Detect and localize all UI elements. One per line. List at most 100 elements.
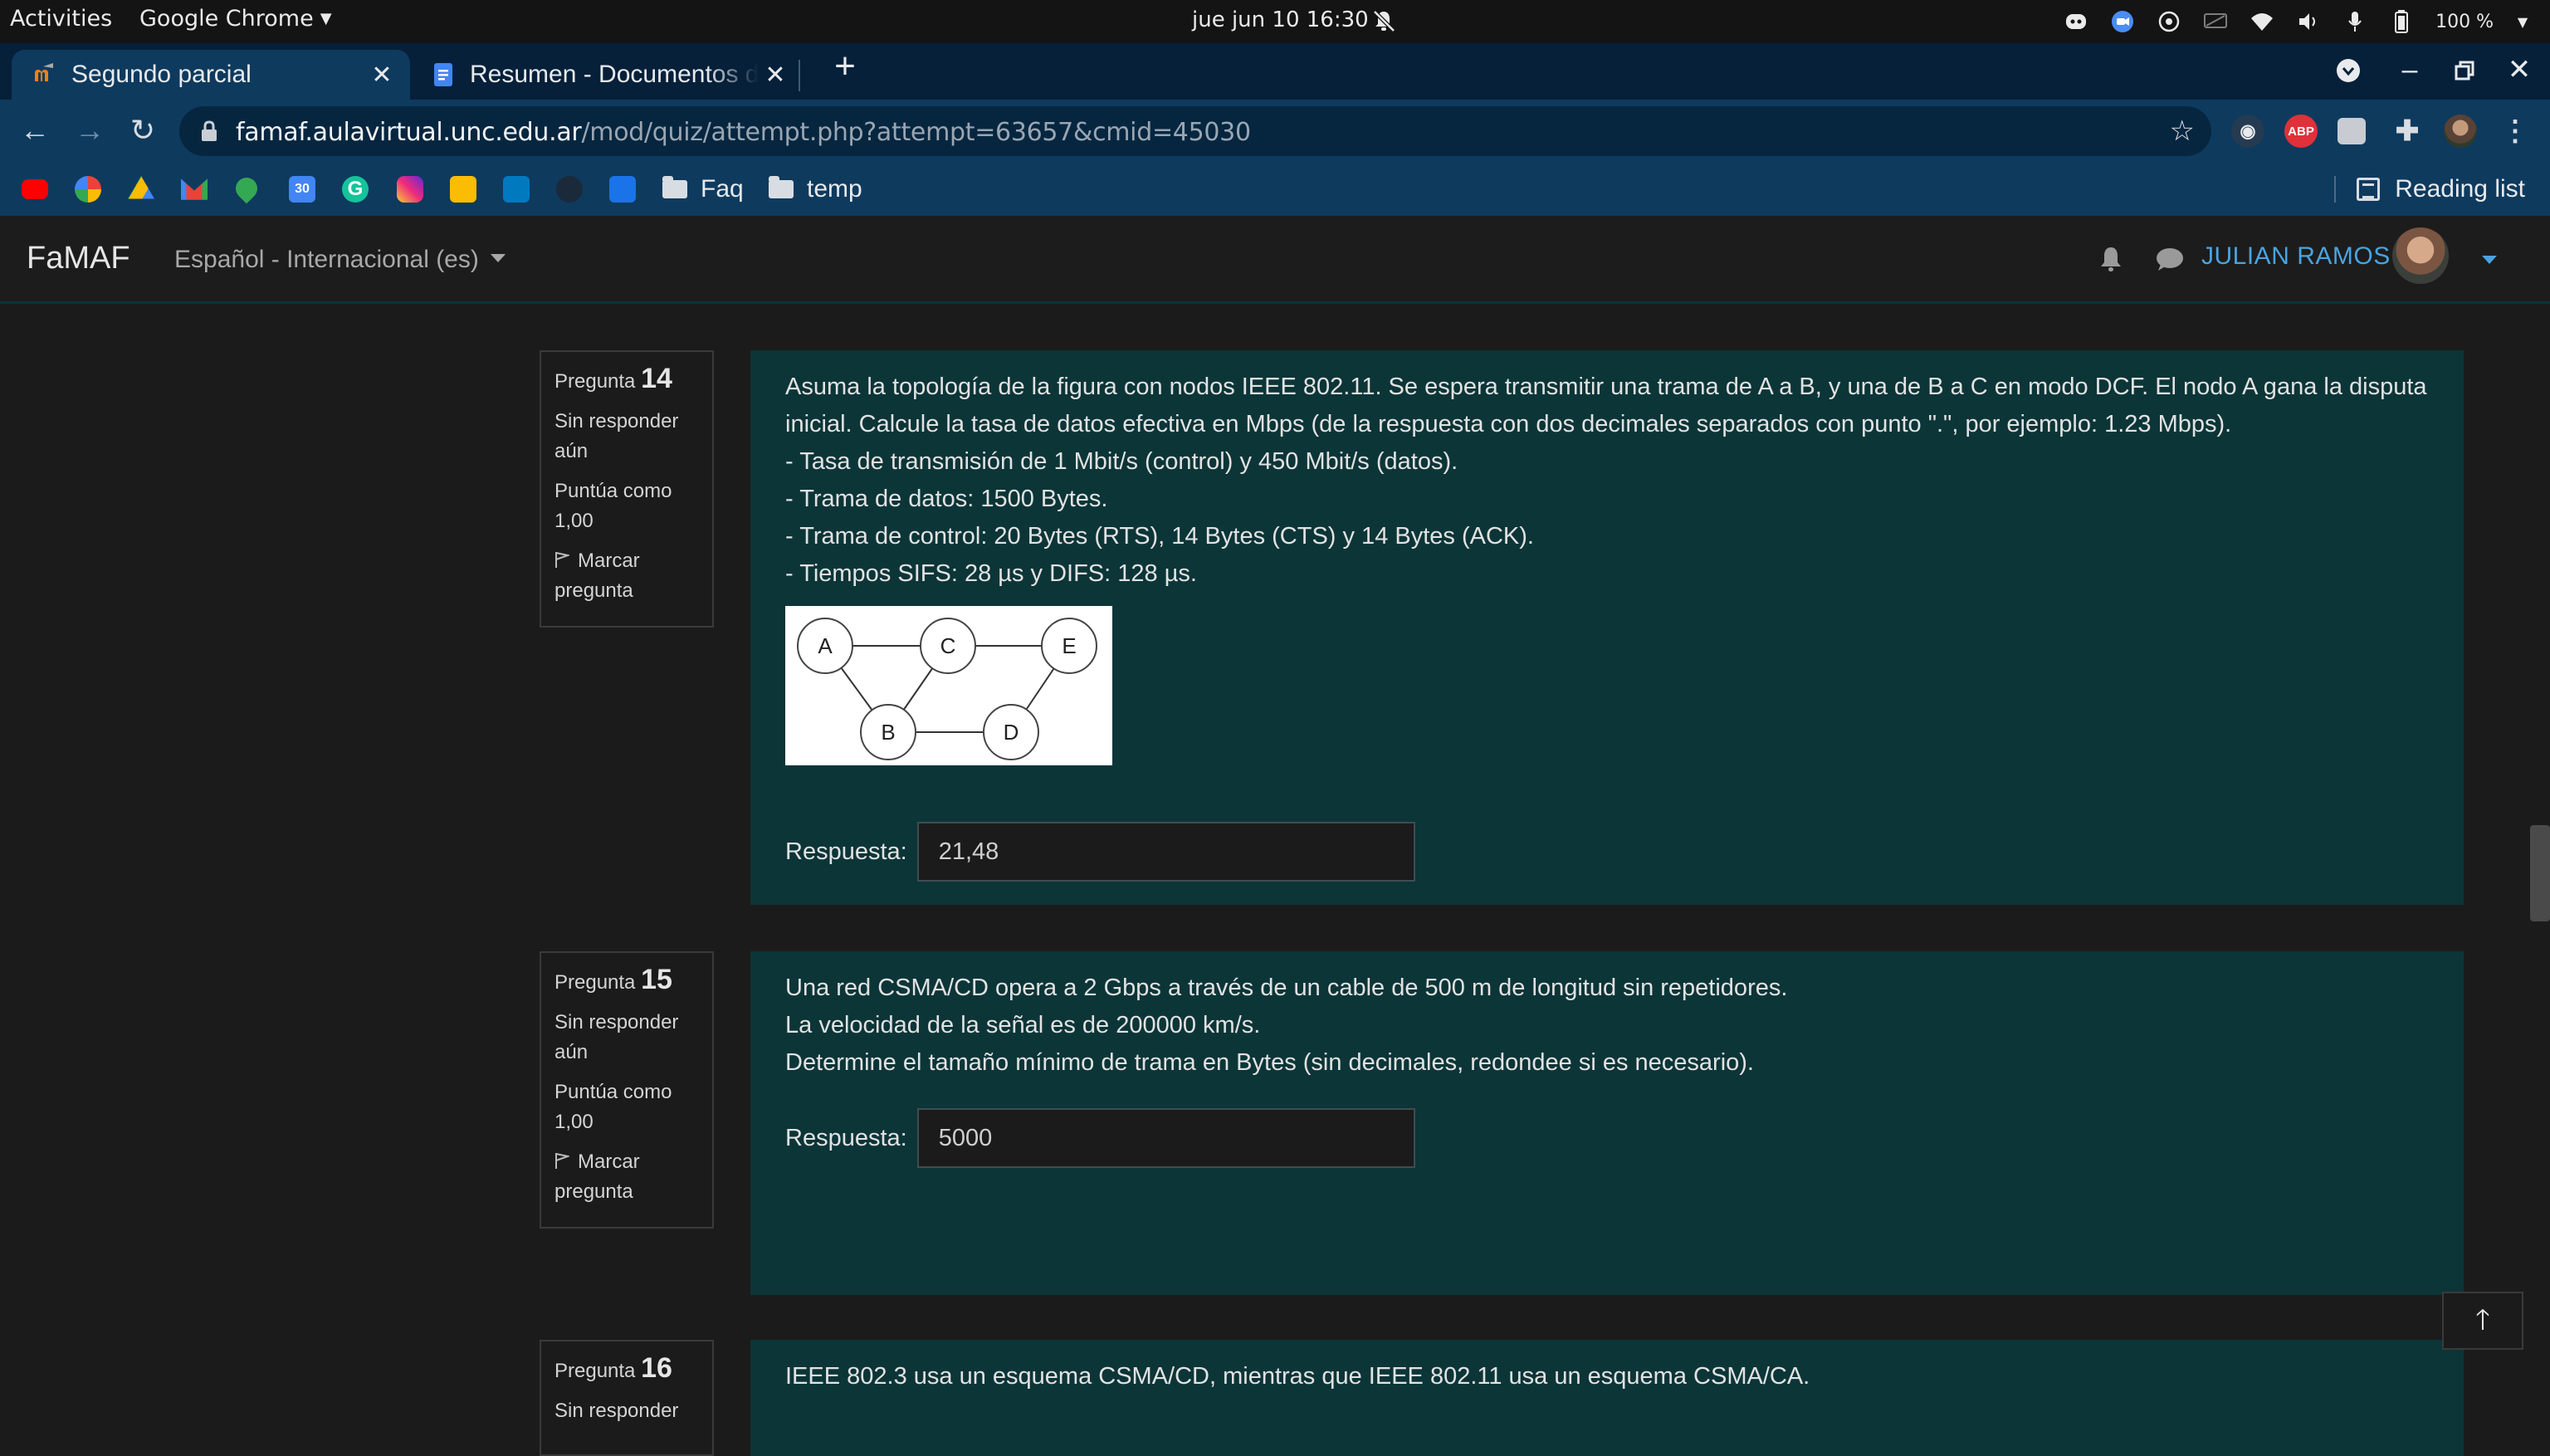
url-text[interactable]: famaf.aulavirtual.unc.edu.ar/mod/quiz/at…	[236, 118, 1251, 147]
flag-question-button[interactable]: Marcar pregunta	[554, 546, 699, 606]
trello-icon[interactable]	[503, 176, 530, 203]
discord-icon[interactable]	[2064, 9, 2088, 34]
restore-button[interactable]	[2445, 51, 2484, 90]
abp-label: ABP	[2288, 124, 2314, 139]
extension-adblock-plus-icon[interactable]: ABP	[2284, 115, 2318, 148]
google-keep-icon[interactable]	[450, 176, 476, 203]
extensions-puzzle-icon[interactable]: ✚	[2391, 115, 2424, 148]
notifications-bell-icon[interactable]	[2097, 244, 2125, 274]
question-label: Pregunta	[554, 971, 636, 994]
bookmark-star-icon[interactable]: ☆	[2170, 115, 2195, 148]
chrome-menu-icon[interactable]: ⋮	[2499, 115, 2532, 148]
user-menu[interactable]: JULIAN RAMOS	[2201, 242, 2391, 271]
question-text-line: Una red CSMA/CD opera a 2 Gbps a través …	[785, 975, 1788, 1001]
app-menu[interactable]: Google Chrome ▼	[139, 6, 332, 32]
page-scrollbar[interactable]	[2525, 304, 2550, 1434]
quiz-page: Pregunta 14 Sin responder aún Puntúa com…	[0, 304, 2550, 1456]
question-text-line: Determine el tamaño mínimo de trama en B…	[785, 1049, 1754, 1076]
answer-input[interactable]	[916, 822, 1415, 882]
google-drive-icon[interactable]	[128, 176, 154, 199]
instagram-icon[interactable]	[397, 176, 423, 203]
back-to-top-button[interactable]: 🡑	[2442, 1292, 2523, 1350]
tab-title: Segundo parcial	[71, 61, 252, 88]
close-tab-icon[interactable]: ✕	[759, 61, 792, 90]
chevron-down-icon	[490, 254, 506, 262]
browser-toolbar: ← → ↻ famaf.aulavirtual.unc.edu.ar/mod/q…	[0, 100, 2550, 163]
volume-icon[interactable]	[2296, 9, 2321, 34]
close-tab-icon[interactable]: ✕	[365, 61, 398, 90]
tab-separator	[799, 60, 800, 91]
bookmark-folder-label: temp	[807, 175, 862, 203]
site-brand[interactable]: FaMAF	[27, 241, 130, 276]
youtube-icon[interactable]	[22, 179, 48, 199]
bookmark-folder-faq[interactable]: Faq	[662, 171, 744, 208]
question-status: Sin responder aún	[554, 410, 679, 462]
url-path: /mod/quiz/attempt.php?attempt=63657&cmid…	[581, 118, 1251, 147]
url-host: famaf.aulavirtual.unc.edu.ar	[236, 118, 582, 147]
question-info: Pregunta 15 Sin responder aún Puntúa com…	[540, 951, 714, 1229]
whatsapp-icon[interactable]	[2157, 9, 2181, 34]
clock[interactable]: jue jun 10 16:30	[1192, 7, 1369, 32]
site-navbar: FaMAF Español - Internacional (es) JULIA…	[0, 216, 2550, 304]
wifi-icon[interactable]	[2250, 9, 2274, 34]
question-number: 16	[641, 1352, 672, 1384]
answer-input[interactable]	[916, 1108, 1415, 1168]
moodle-icon	[35, 63, 53, 81]
messages-bubble-icon[interactable]	[2153, 246, 2185, 274]
question-info: Pregunta 16 Sin responder	[540, 1340, 714, 1456]
notifications-off-icon	[1373, 10, 1395, 32]
question-number: 15	[641, 964, 672, 995]
system-tray[interactable]: 100 % ▼	[2064, 7, 2530, 37]
scrollbar-thumb[interactable]	[2530, 825, 2550, 921]
back-button[interactable]: ←	[15, 111, 55, 151]
lock-icon[interactable]	[199, 120, 219, 143]
question-text-line: IEEE 802.3 usa un esquema CSMA/CD, mient…	[785, 1363, 1810, 1390]
activities-button[interactable]: Activities	[10, 6, 112, 32]
node-e-label: E	[1062, 633, 1076, 658]
question-score: Puntúa como 1,00	[554, 480, 672, 532]
question-status: Sin responder	[554, 1400, 679, 1422]
new-tab-button[interactable]: +	[827, 48, 863, 86]
tab-resumen-documentos[interactable]: Resumen - Documentos de Google ✕	[415, 50, 804, 100]
address-bar[interactable]: famaf.aulavirtual.unc.edu.ar/mod/quiz/at…	[179, 106, 2211, 156]
bookmark-app-icon[interactable]	[609, 176, 636, 203]
question-content: Una red CSMA/CD opera a 2 Gbps a través …	[750, 951, 2464, 1295]
display-icon[interactable]	[2203, 9, 2228, 34]
close-window-button[interactable]: ✕	[2500, 51, 2538, 90]
flag-icon	[555, 552, 569, 568]
app-menu-label: Google Chrome	[139, 6, 314, 32]
extension-tampermonkey-icon[interactable]: ◉	[2231, 115, 2264, 148]
question-text-line: - Trama de control: 20 Bytes (RTS), 14 B…	[785, 523, 1534, 550]
user-avatar[interactable]	[2392, 227, 2449, 284]
microphone-icon[interactable]	[2342, 9, 2367, 34]
extension-briefcase-icon[interactable]	[2338, 118, 2366, 144]
flag-question-button[interactable]: Marcar pregunta	[554, 1147, 699, 1207]
zoom-icon[interactable]	[2110, 9, 2135, 34]
tab-search-icon[interactable]	[2329, 51, 2367, 90]
folder-icon	[769, 176, 794, 198]
google-calendar-icon[interactable]: 30	[289, 176, 315, 203]
gmail-icon[interactable]	[181, 178, 208, 200]
github-icon[interactable]	[556, 176, 583, 203]
battery-icon[interactable]	[2389, 9, 2414, 34]
answer-row: Respuesta:	[785, 1108, 2429, 1168]
forward-button[interactable]: →	[70, 111, 110, 151]
chevron-down-icon[interactable]	[2482, 256, 2497, 264]
bookmark-folder-temp[interactable]: temp	[769, 171, 862, 208]
profile-avatar-icon[interactable]	[2444, 115, 2477, 148]
grammarly-icon[interactable]: G	[342, 176, 369, 203]
tab-title: Resumen - Documentos de Google	[470, 61, 759, 88]
bookmark-folder-label: Faq	[701, 175, 744, 203]
reading-list-button[interactable]: Reading list	[2357, 171, 2525, 208]
bookmarks-bar: 30 G Faq temp Reading list	[0, 163, 2550, 216]
minimize-button[interactable]: ‒	[2391, 51, 2429, 90]
tab-segundo-parcial[interactable]: Segundo parcial ✕	[12, 50, 410, 100]
flag-icon	[555, 1153, 569, 1169]
gnome-top-bar: Activities Google Chrome ▼ jue jun 10 16:…	[0, 0, 2550, 43]
google-photos-icon[interactable]	[75, 176, 101, 203]
language-menu[interactable]: Español - Internacional (es)	[174, 246, 506, 274]
system-menu-chevron-icon[interactable]: ▼	[2515, 9, 2530, 34]
question-text-line: La velocidad de la señal es de 200000 km…	[785, 1012, 1261, 1038]
reload-button[interactable]: ↻	[123, 111, 163, 151]
google-maps-icon[interactable]	[231, 173, 262, 204]
